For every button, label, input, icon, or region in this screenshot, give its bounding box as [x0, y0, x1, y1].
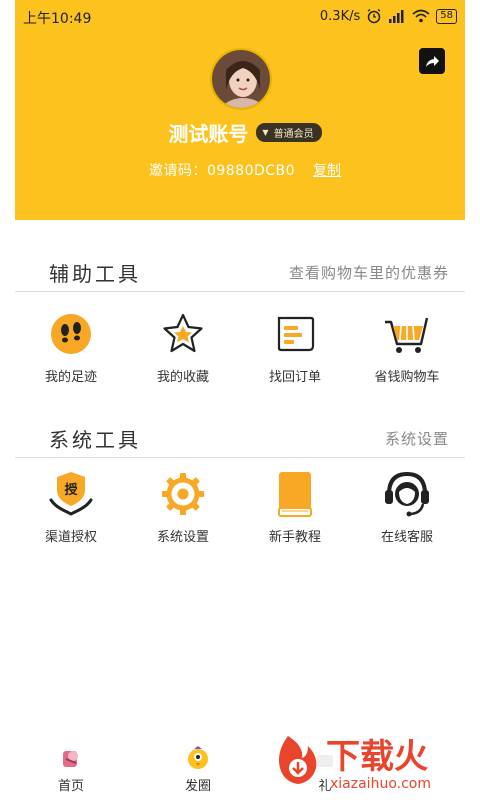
grid-label: 找回订单	[268, 370, 321, 385]
tab-label: 首页	[57, 779, 84, 794]
gear-icon	[159, 470, 207, 518]
book-icon	[271, 470, 319, 518]
chick-icon	[188, 746, 208, 769]
member-level: 普通会员	[273, 129, 314, 140]
view-cart-coupons-link[interactable]: 查看购物车里的优惠券	[289, 262, 449, 283]
aux-tools-title: 辅助工具	[49, 262, 141, 286]
authorize-icon: 授	[47, 470, 95, 518]
grid-label: 我的收藏	[156, 370, 209, 385]
invite-row: 邀请码：09880DCB0 复制	[15, 160, 465, 180]
grid-label: 我的足迹	[44, 370, 97, 385]
watermark-text: 下载火	[326, 737, 428, 777]
star-icon	[159, 310, 207, 358]
tab-home[interactable]: 首页	[15, 740, 127, 800]
avatar[interactable]	[210, 48, 272, 110]
member-badge: ▼ 普通会员	[256, 123, 322, 142]
username-row: 测试账号 ▼ 普通会员	[15, 118, 465, 147]
system-settings-link[interactable]: 系统设置	[385, 428, 449, 449]
invite-code-text: 邀请码：09880DCB0	[149, 160, 295, 180]
profile-header: 上午10:49 0.3K/s 58 测试账号 ▼ 普通会员 邀请码：09880D…	[15, 0, 465, 220]
username: 测试账号	[168, 122, 249, 146]
share-button[interactable]	[419, 48, 445, 74]
alarm-icon	[367, 8, 381, 24]
grid-label: 在线客服	[380, 530, 433, 545]
invite-code: 09880DCB0	[206, 163, 296, 179]
sys-tools-title: 系统工具	[49, 428, 141, 452]
grid-item-recover-order[interactable]: 找回订单	[239, 310, 351, 385]
status-bar: 上午10:49 0.3K/s 58	[15, 0, 465, 32]
home-icon	[63, 751, 78, 767]
grid-item-authorize[interactable]: 授 渠道授权	[15, 470, 127, 545]
triangle-down-icon: ▼	[262, 128, 269, 137]
headset-icon	[383, 470, 431, 518]
aux-tools-grid: 我的足迹 我的收藏 找回订单 省钱购物车	[15, 310, 465, 385]
order-icon	[271, 310, 319, 358]
grid-label: 系统设置	[156, 530, 209, 545]
share-icon	[426, 56, 439, 67]
watermark-logo: 下载火 xiazaihuo.com	[272, 730, 472, 794]
grid-item-favorites[interactable]: 我的收藏	[127, 310, 239, 385]
invite-label: 邀请码：	[148, 163, 207, 179]
authorize-badge-text: 授	[64, 482, 78, 498]
grid-label: 省钱购物车	[374, 370, 440, 385]
tab-moments[interactable]: 发圈	[142, 740, 254, 800]
network-speed: 0.3K/s	[319, 8, 361, 24]
status-time: 上午10:49	[23, 11, 92, 27]
tab-label: 发圈	[184, 779, 211, 794]
grid-item-settings[interactable]: 系统设置	[127, 470, 239, 545]
grid-item-cart[interactable]: 省钱购物车	[351, 310, 463, 385]
grid-item-footprints[interactable]: 我的足迹	[15, 310, 127, 385]
cart-icon	[383, 310, 431, 358]
grid-item-tutorial[interactable]: 新手教程	[239, 470, 351, 545]
battery-indicator: 58	[436, 8, 457, 24]
sys-tools-grid: 授 渠道授权 系统设置 新手教程 在线客服	[15, 470, 465, 545]
avatar-photo	[212, 50, 270, 108]
watermark-url: xiazaihuo.com	[330, 776, 431, 792]
footprints-icon	[47, 310, 95, 358]
copy-button[interactable]: 复制	[313, 160, 341, 180]
aux-tools-header: 辅助工具 查看购物车里的优惠券	[15, 252, 465, 292]
grid-label: 渠道授权	[44, 530, 97, 545]
grid-item-support[interactable]: 在线客服	[351, 470, 463, 545]
sys-tools-header: 系统工具 系统设置	[15, 418, 465, 458]
wifi-icon	[412, 9, 430, 23]
signal-icon	[389, 10, 404, 23]
status-indicators: 0.3K/s 58	[320, 8, 457, 24]
grid-label: 新手教程	[268, 530, 321, 545]
